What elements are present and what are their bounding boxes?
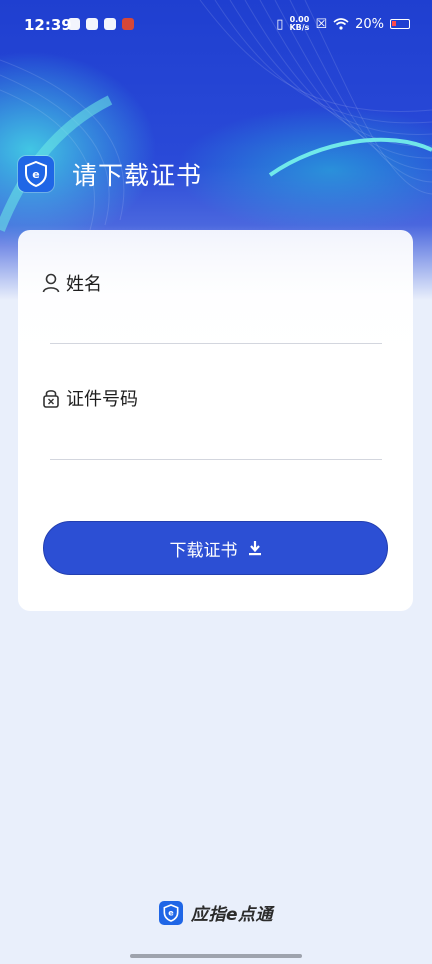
name-label: 姓名 <box>66 274 102 295</box>
home-indicator[interactable] <box>130 954 302 958</box>
download-icon <box>248 541 261 556</box>
network-speed: 0.00 KB/s <box>289 16 309 32</box>
net-speed-unit: KB/s <box>289 23 310 32</box>
svg-text:e: e <box>32 168 39 181</box>
page-title: 请下载证书 <box>72 161 203 190</box>
name-input[interactable] <box>50 304 382 344</box>
status-right: ▯ 0.00 KB/s ☒ 20% <box>276 16 410 32</box>
brand-logo-icon: e <box>158 900 183 925</box>
name-field-label: 姓名 <box>42 270 102 296</box>
footer-brand: e 应指e点通 <box>0 900 432 925</box>
download-certificate-button[interactable]: 下载证书 <box>43 521 388 575</box>
app-badge-icon <box>122 18 134 30</box>
id-field-label: 证件号码 <box>42 385 138 411</box>
battery-icon <box>390 19 410 29</box>
status-time: 12:39 <box>24 16 72 34</box>
mail-icon <box>68 18 80 30</box>
battery-percent: 20% <box>355 16 384 32</box>
vibrate-icon: ▯ <box>276 16 284 32</box>
lock-icon <box>43 390 59 408</box>
id-number-label: 证件号码 <box>66 389 138 410</box>
play-icon <box>104 18 116 30</box>
header: e 请下载证书 <box>18 156 202 192</box>
svg-text:e: e <box>168 908 174 917</box>
certificate-form-card: 姓名 证件号码 下载证书 <box>18 230 413 611</box>
status-bar: 12:39 ▯ 0.00 KB/s ☒ 20% <box>0 0 432 52</box>
id-number-input[interactable] <box>50 420 382 460</box>
brand-name: 应指e点通 <box>190 905 274 925</box>
shield-e-icon: e <box>18 156 54 192</box>
notification-icons <box>68 18 134 30</box>
user-icon <box>42 273 60 293</box>
download-button-label: 下载证书 <box>169 540 238 561</box>
sim-icon: ☒ <box>315 16 328 32</box>
wifi-icon <box>333 18 349 30</box>
app-icon <box>86 18 98 30</box>
